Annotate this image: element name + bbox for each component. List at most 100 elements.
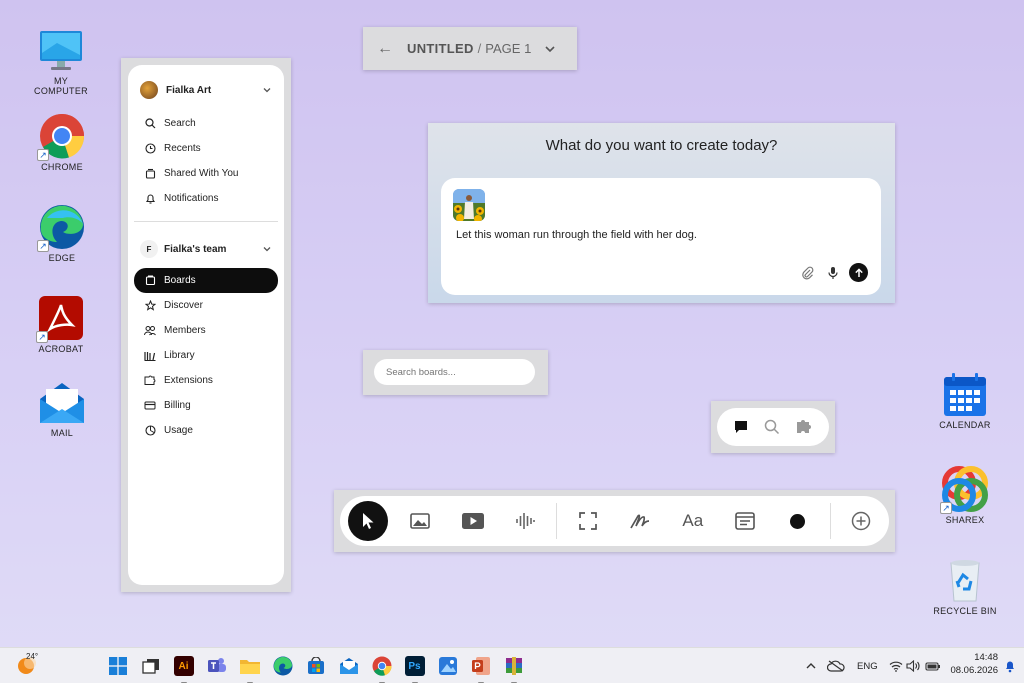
taskbar-powerpoint[interactable]	[468, 653, 494, 683]
taskbar-store[interactable]	[303, 653, 329, 679]
note-icon	[735, 512, 756, 530]
sidebar-item-library[interactable]: Library	[134, 343, 278, 368]
desktop-icon-chrome[interactable]: ↗ CHROME	[27, 113, 97, 172]
desktop-icon-my-computer[interactable]: MY COMPUTER	[26, 29, 96, 96]
windows-logo-icon	[108, 657, 127, 675]
taskbar-winrar[interactable]	[501, 653, 527, 683]
workspace-switcher[interactable]: Fialka Art	[134, 75, 278, 105]
bell-icon	[144, 193, 156, 205]
pen-icon	[630, 514, 650, 529]
illustrator-icon: Ai	[173, 656, 194, 676]
sidebar-divider	[134, 221, 278, 222]
note-tool-button[interactable]	[726, 501, 766, 541]
sidebar-item-label: Shared With You	[164, 168, 239, 179]
photoshop-icon: Ps	[404, 656, 425, 676]
video-tool-button[interactable]	[453, 501, 493, 541]
sidebar-item-members[interactable]: Members	[134, 318, 278, 343]
sidebar-item-label: Recents	[164, 143, 201, 154]
chevron-up-icon[interactable]	[805, 661, 817, 671]
page-name[interactable]: PAGE 1	[485, 41, 531, 56]
search-icon	[144, 118, 156, 130]
mail-icon	[40, 383, 84, 423]
sidebar-item-billing[interactable]: Billing	[134, 393, 278, 418]
desktop-icon-sharex[interactable]: ↗ SHAREX	[930, 466, 1000, 525]
paperclip-icon[interactable]	[801, 266, 815, 280]
shortcut-arrow-icon: ↗	[36, 331, 48, 343]
prompt-text[interactable]: Let this woman run through the field wit…	[456, 229, 697, 241]
prompt-input-card[interactable]: Let this woman run through the field wit…	[441, 178, 881, 295]
text-tool-button[interactable]: Aa	[673, 501, 713, 541]
team-switcher[interactable]: F Fialka's team	[134, 234, 278, 264]
taskbar-illustrator[interactable]: Ai	[171, 653, 197, 683]
frame-icon	[578, 512, 597, 530]
desktop-icon-acrobat[interactable]: ↗ ACROBAT	[26, 295, 96, 354]
video-icon	[461, 513, 484, 529]
audio-tool-button[interactable]	[506, 501, 546, 541]
clock-time: 14:48	[974, 652, 998, 663]
chevron-down-icon[interactable]	[544, 43, 556, 55]
clock[interactable]: 14:48 08.06.2026	[944, 652, 998, 677]
sidebar-item-recents[interactable]: Recents	[134, 136, 278, 161]
toolbar-divider	[556, 503, 557, 539]
onedrive-icon[interactable]	[827, 660, 845, 672]
desktop-icon-recycle-bin[interactable]: RECYCLE BIN	[930, 557, 1000, 616]
taskbar-teams[interactable]	[204, 653, 230, 679]
color-picker-button[interactable]	[778, 501, 818, 541]
image-tool-button[interactable]	[401, 501, 441, 541]
comment-icon[interactable]	[733, 419, 749, 435]
wifi-icon[interactable]	[889, 660, 903, 672]
frame-tool-button[interactable]	[568, 501, 608, 541]
taskbar-photoshop[interactable]: Ps	[402, 653, 428, 683]
taskbar-chrome[interactable]	[369, 653, 395, 683]
sidebar-item-shared-with-you[interactable]: Shared With You	[134, 161, 278, 186]
desktop-icon-label: MAIL	[50, 428, 74, 438]
add-icon	[852, 511, 871, 531]
microphone-icon[interactable]	[827, 266, 839, 280]
document-title[interactable]: UNTITLED	[407, 41, 474, 56]
desktop-icon-calendar[interactable]: CALENDAR	[930, 373, 1000, 430]
battery-icon[interactable]	[925, 660, 941, 672]
taskbar-photos[interactable]	[435, 653, 461, 679]
select-tool-button[interactable]	[348, 501, 388, 541]
notification-bell-icon[interactable]	[1004, 659, 1016, 673]
desktop-icon-mail[interactable]: MAIL	[27, 381, 97, 438]
sidebar-item-search[interactable]: Search	[134, 111, 278, 136]
mini-toolbar	[711, 401, 835, 453]
cursor-icon	[362, 513, 374, 529]
pen-tool-button[interactable]	[621, 501, 661, 541]
star-icon	[144, 300, 156, 312]
chrome-icon	[372, 656, 392, 676]
search-icon[interactable]	[764, 419, 780, 435]
volume-icon[interactable]	[906, 660, 920, 672]
search-boards-input[interactable]	[374, 359, 535, 385]
taskbar-edge[interactable]	[270, 653, 296, 679]
taskbar-start-button[interactable]	[105, 653, 131, 679]
taskbar-mail[interactable]	[336, 653, 362, 679]
send-button[interactable]	[849, 263, 868, 282]
attached-image-thumbnail[interactable]	[453, 189, 485, 221]
sidebar-item-boards[interactable]: Boards	[134, 268, 278, 293]
puzzle-icon[interactable]	[795, 419, 813, 435]
desktop-icon-label: CHROME	[41, 162, 83, 172]
desktop-icon-label: MY COMPUTER	[34, 76, 88, 96]
arrow-left-icon[interactable]: ←	[377, 40, 393, 58]
language-indicator[interactable]: ENG	[857, 661, 878, 672]
clock-icon	[144, 143, 156, 155]
sidebar-item-label: Members	[164, 325, 206, 336]
workspace-name: Fialka Art	[166, 84, 212, 96]
weather-widget[interactable]: 24°	[16, 652, 42, 678]
sidebar-item-discover[interactable]: Discover	[134, 293, 278, 318]
usage-icon	[144, 425, 156, 437]
taskbar-file-explorer[interactable]	[237, 653, 263, 683]
members-icon	[144, 325, 156, 337]
search-boards-panel	[363, 350, 548, 395]
desktop-icon-edge[interactable]: ↗ EDGE	[27, 204, 97, 263]
mail-icon	[339, 658, 358, 674]
sidebar-item-usage[interactable]: Usage	[134, 418, 278, 443]
sidebar-item-extensions[interactable]: Extensions	[134, 368, 278, 393]
taskbar-task-view[interactable]	[138, 653, 164, 679]
sidebar-item-notifications[interactable]: Notifications	[134, 186, 278, 211]
weather-temperature: 24°	[26, 652, 39, 661]
add-button[interactable]	[841, 501, 881, 541]
desktop-icon-label: SHAREX	[945, 515, 985, 525]
